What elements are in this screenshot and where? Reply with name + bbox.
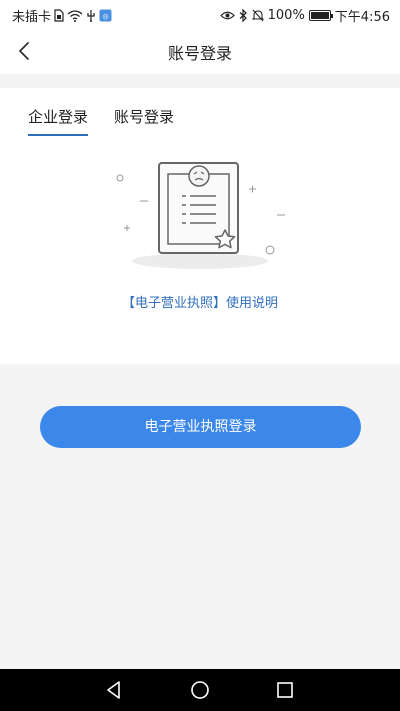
recents-square-icon[interactable] xyxy=(274,679,296,701)
business-license-icon xyxy=(116,162,285,269)
license-help-link[interactable]: 【电子营业执照】使用说明 xyxy=(0,292,400,311)
mute-icon xyxy=(251,9,264,22)
license-login-button[interactable]: 电子营业执照登录 xyxy=(40,406,361,448)
status-left: 未插卡 ◎ xyxy=(12,6,112,25)
tab-enterprise-login[interactable]: 企业登录 xyxy=(28,106,89,136)
back-triangle-icon[interactable] xyxy=(103,679,125,701)
status-right: 100% 下午4:56 xyxy=(219,6,390,25)
bluetooth-icon xyxy=(239,9,248,22)
home-circle-icon[interactable] xyxy=(189,679,211,701)
license-seal xyxy=(188,165,210,187)
battery-icon xyxy=(308,10,333,21)
deco-plus-left xyxy=(124,225,130,231)
deco-plus-right xyxy=(249,185,256,193)
app-notification-icon: ◎ xyxy=(99,9,112,22)
svg-text:◎: ◎ xyxy=(102,13,108,21)
login-card: 企业登录 账号登录 【电子营业执照】使用说明 xyxy=(0,88,400,364)
tab-account-login[interactable]: 账号登录 xyxy=(114,106,174,136)
deco-circle-right xyxy=(265,245,275,255)
eye-icon xyxy=(219,10,235,21)
login-tabs: 企业登录 账号登录 xyxy=(28,106,174,136)
usb-icon xyxy=(86,9,96,22)
system-nav-bar xyxy=(0,669,400,711)
status-bar: 未插卡 ◎ 100% 下午4:56 xyxy=(0,0,400,28)
page-title: 账号登录 xyxy=(167,44,232,63)
clock: 下午4:56 xyxy=(334,10,390,25)
deco-circle-left xyxy=(116,174,124,182)
battery-percent: 100% xyxy=(267,8,305,23)
illustration-shadow xyxy=(132,253,268,269)
nav-bar: 账号登录 xyxy=(0,28,400,74)
wifi-icon xyxy=(67,9,83,22)
sim-icon xyxy=(54,9,64,22)
carrier-text: 未插卡 xyxy=(12,10,52,25)
